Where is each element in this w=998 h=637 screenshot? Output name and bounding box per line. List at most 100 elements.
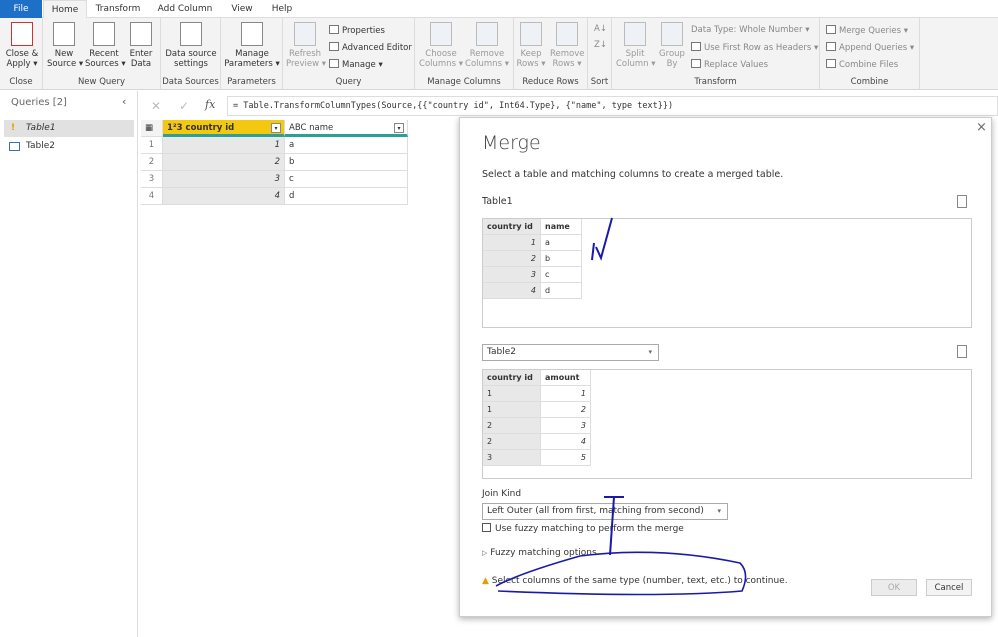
new-source-icon — [53, 22, 75, 46]
group-sort: A↓ Z↓ Sort — [588, 18, 612, 90]
replace-icon — [691, 59, 701, 68]
split-column-button[interactable]: Split Column ▾ — [616, 22, 656, 69]
cell-name[interactable]: a — [285, 137, 408, 154]
keep-rows-icon — [520, 22, 542, 46]
group-label: Close — [9, 77, 33, 87]
column-header-country-id[interactable]: 1²3 country id ▾ — [163, 120, 285, 137]
choose-columns-button[interactable]: Choose Columns ▾ — [419, 22, 463, 69]
cell-name[interactable]: d — [285, 188, 408, 205]
sort-ascending-icon[interactable]: A↓ — [594, 24, 607, 34]
group-reduce-rows: Keep Rows ▾ Remove Rows ▾ Reduce Rows — [514, 18, 588, 90]
new-source-button[interactable]: New Source ▾ — [47, 22, 83, 69]
table-icon — [130, 22, 152, 46]
tab-home[interactable]: Home — [43, 0, 87, 18]
choose-columns-icon — [430, 22, 452, 46]
remove-columns-icon — [476, 22, 498, 46]
group-label: Reduce Rows — [522, 77, 579, 87]
group-transform: Split Column ▾ Group By Data Type: Whole… — [612, 18, 820, 90]
table-icon — [691, 42, 701, 51]
commit-icon[interactable]: ✓ — [179, 99, 189, 113]
tab-file[interactable]: File — [0, 0, 42, 18]
sort-descending-icon[interactable]: Z↓ — [594, 40, 607, 50]
keep-rows-button[interactable]: Keep Rows ▾ — [516, 22, 546, 69]
annotation-t-mark — [604, 496, 624, 556]
remove-columns-button[interactable]: Remove Columns ▾ — [465, 22, 509, 69]
use-first-row-headers-button[interactable]: Use First Row as Headers ▾ — [691, 42, 818, 53]
group-by-icon — [661, 22, 683, 46]
group-label: Query — [335, 77, 362, 87]
data-source-settings-button[interactable]: Data source settings — [163, 22, 219, 69]
cell-country-id[interactable]: 1 — [163, 137, 285, 154]
cell-name[interactable]: c — [285, 171, 408, 188]
group-label: Transform — [694, 77, 737, 87]
remove-rows-button[interactable]: Remove Rows ▾ — [550, 22, 585, 69]
group-data-sources: Data source settings Data Sources — [161, 18, 221, 90]
replace-values-button[interactable]: Replace Values — [691, 59, 768, 70]
enter-data-button[interactable]: Enter Data — [127, 22, 155, 69]
close-apply-icon — [11, 22, 33, 46]
parameters-icon — [241, 22, 263, 46]
merge-dialog: × Merge Select a table and matching colu… — [459, 117, 992, 617]
tab-transform[interactable]: Transform — [90, 0, 146, 18]
append-queries-button[interactable]: Append Queries ▾ — [826, 42, 914, 53]
cell-name[interactable]: b — [285, 154, 408, 171]
tab-help[interactable]: Help — [265, 0, 299, 18]
data-grid: ▦ 1²3 country id ▾ ABC name ▾ 11a22b33c44d — [141, 120, 409, 206]
cell-country-id[interactable]: 3 — [163, 171, 285, 188]
formula-bar: ✕ ✓ fx = Table.TransformColumnTypes(Sour… — [141, 96, 998, 116]
annotation-circle — [495, 551, 747, 596]
formula-input[interactable]: = Table.TransformColumnTypes(Source,{{"c… — [227, 96, 998, 116]
query-item-table1[interactable]: ! Table1 — [4, 120, 134, 137]
query-item-table2[interactable]: Table2 — [4, 138, 134, 155]
queries-pane: Queries [2] ‹ ! Table1 Table2 — [0, 91, 138, 637]
ribbon-tabs: File Home Transform Add Column View Help — [0, 0, 998, 18]
recent-sources-button[interactable]: Recent Sources ▾ — [85, 22, 126, 69]
cell-country-id[interactable]: 4 — [163, 188, 285, 205]
properties-button[interactable]: Properties — [329, 25, 385, 36]
group-close: Close & Apply ▾ Close — [0, 18, 43, 90]
table-menu-icon[interactable]: ▦ — [141, 120, 163, 137]
row-number[interactable]: 1 — [141, 137, 163, 154]
cell-country-id[interactable]: 2 — [163, 154, 285, 171]
gear-document-icon — [180, 22, 202, 46]
row-number[interactable]: 4 — [141, 188, 163, 205]
table-icon — [9, 142, 20, 151]
fx-icon: fx — [205, 98, 216, 111]
column-header-name[interactable]: ABC name ▾ — [285, 120, 408, 137]
tab-add-column[interactable]: Add Column — [150, 0, 220, 18]
close-apply-button[interactable]: Close & Apply ▾ — [3, 22, 41, 69]
refresh-preview-button[interactable]: Refresh Preview ▾ — [286, 22, 326, 69]
tab-view[interactable]: View — [225, 0, 259, 18]
manage-icon — [329, 59, 339, 68]
combine-files-button[interactable]: Combine Files — [826, 59, 898, 70]
filter-dropdown-icon[interactable]: ▾ — [394, 123, 404, 133]
combine-files-icon — [826, 59, 836, 68]
group-label: New Query — [77, 77, 126, 87]
cancel-icon[interactable]: ✕ — [151, 99, 161, 113]
annotation-checkmark — [591, 217, 613, 261]
manage-button[interactable]: Manage ▾ — [329, 59, 383, 70]
advanced-editor-button[interactable]: Advanced Editor — [329, 42, 412, 53]
row-number[interactable]: 3 — [141, 171, 163, 188]
warning-icon: ! — [11, 123, 16, 133]
group-by-button[interactable]: Group By — [658, 22, 686, 69]
group-new-query: New Source ▾ Recent Sources ▾ Enter Data… — [43, 18, 161, 90]
manage-parameters-button[interactable]: Manage Parameters ▾ — [223, 22, 281, 69]
row-number[interactable]: 2 — [141, 154, 163, 171]
remove-rows-icon — [556, 22, 578, 46]
merge-icon — [826, 25, 836, 34]
filter-dropdown-icon[interactable]: ▾ — [271, 123, 281, 133]
append-icon — [826, 42, 836, 51]
group-label: Combine — [850, 77, 889, 87]
number-type-icon[interactable]: 1²3 — [167, 123, 183, 133]
group-label: Manage Columns — [427, 77, 501, 87]
group-label: Parameters — [227, 77, 276, 87]
group-query: Refresh Preview ▾ Properties Advanced Ed… — [283, 18, 415, 90]
ribbon: Close & Apply ▾ Close New Source ▾ Recen… — [0, 18, 998, 90]
group-label: Sort — [590, 77, 609, 87]
split-column-icon — [624, 22, 646, 46]
collapse-pane-icon[interactable]: ‹ — [122, 95, 126, 108]
text-type-icon[interactable]: ABC — [289, 123, 306, 133]
data-type-dropdown[interactable]: Data Type: Whole Number ▾ — [691, 25, 810, 35]
merge-queries-button[interactable]: Merge Queries ▾ — [826, 25, 908, 36]
